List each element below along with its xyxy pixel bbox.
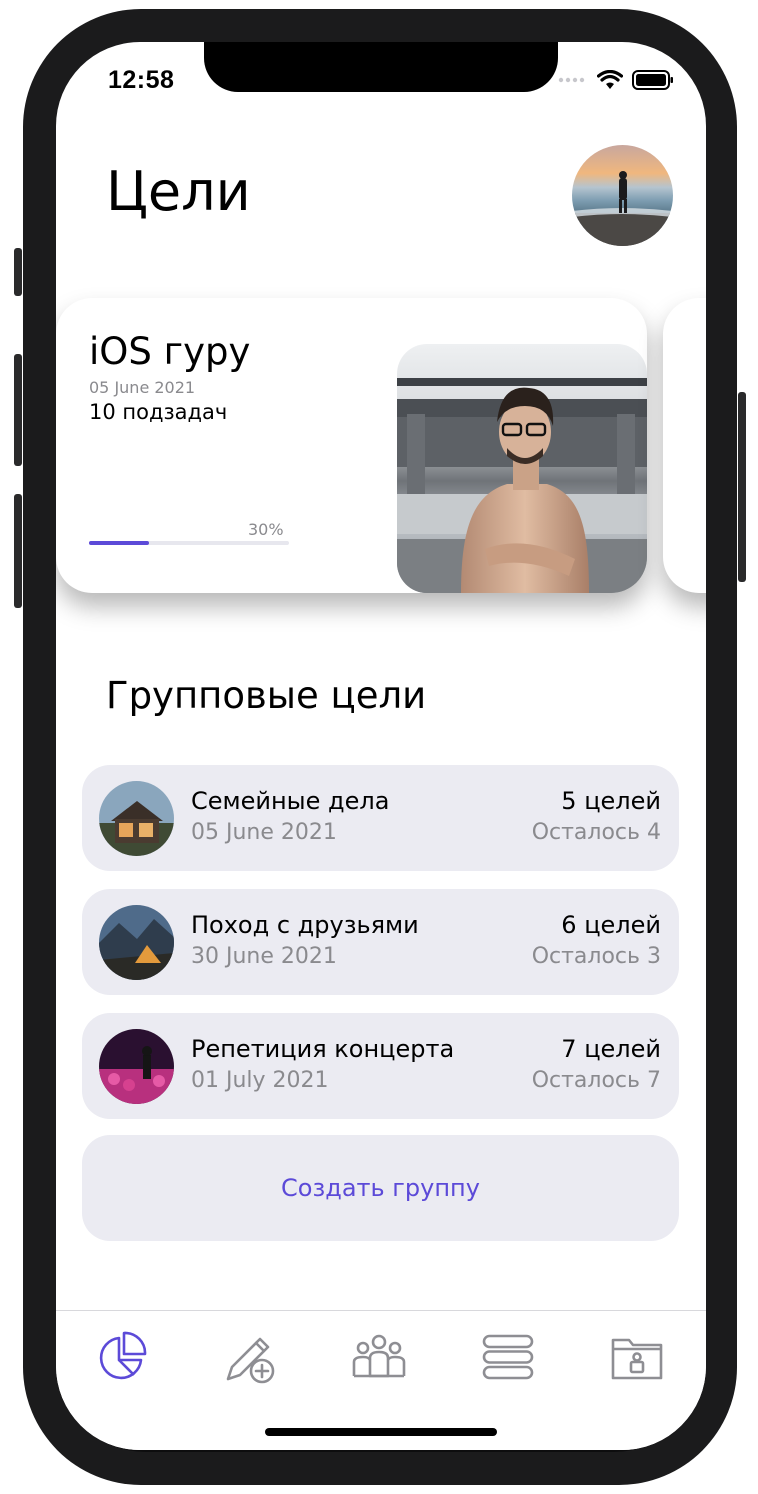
goals-pie-icon [99,1331,147,1380]
power-button [738,392,746,582]
screen: 12:58 Цели iOS гуру 05 June 2021 10 подз… [56,42,706,1450]
list-icon [482,1334,534,1380]
group-avatar [99,1029,174,1104]
group-date: 01 July 2021 [191,1068,329,1093]
group-date: 05 June 2021 [191,820,337,845]
goal-date: 05 June 2021 [89,378,196,397]
group-name: Репетиция концерта [191,1035,455,1063]
mute-switch [14,248,22,296]
create-group-button[interactable]: Создать группу [82,1135,679,1241]
page-title: Цели [106,160,251,223]
group-item[interactable]: Семейные дела 05 June 2021 5 целей Остал… [82,765,679,871]
cellular-signal-icon [558,77,585,83]
goal-progress-bar [89,541,289,545]
group-remaining: Осталось 3 [531,944,661,969]
tab-list[interactable] [478,1327,538,1387]
group-name: Поход с друзьями [191,911,419,939]
status-icons [558,70,674,90]
group-item[interactable]: Поход с друзьями 30 June 2021 6 целей Ос… [82,889,679,995]
group-avatar [99,905,174,980]
tab-archive[interactable] [607,1327,667,1387]
edit-add-icon [226,1337,275,1384]
group-remaining: Осталось 4 [531,820,661,845]
profile-photo [572,145,673,246]
notch [204,42,558,92]
goal-progress-fill [89,541,149,545]
tab-goals[interactable] [91,1327,151,1387]
goal-progress-label: 30% [248,520,284,539]
wifi-icon [597,70,623,89]
goal-photo [397,344,647,593]
volume-down-button [14,494,22,608]
tab-groups[interactable] [349,1327,409,1387]
profile-avatar[interactable] [572,145,673,246]
group-goal-count: 5 целей [561,787,661,815]
battery-icon [632,70,673,90]
tab-create-goal[interactable] [220,1327,280,1387]
folder-lock-icon [611,1338,663,1380]
next-goal-card[interactable] [663,298,706,593]
goal-title: iOS гуру [89,330,251,373]
group-avatar [99,781,174,856]
status-time: 12:58 [108,66,175,94]
volume-up-button [14,354,22,466]
group-name: Семейные дела [191,787,390,815]
group-date: 30 June 2021 [191,944,337,969]
group-remaining: Осталось 7 [531,1068,661,1093]
group-goals-title: Групповые цели [106,674,427,717]
goal-card[interactable]: iOS гуру 05 June 2021 10 подзадач 30% [56,298,647,593]
group-goal-count: 7 целей [561,1035,661,1063]
group-item[interactable]: Репетиция концерта 01 July 2021 7 целей … [82,1013,679,1119]
goal-subtasks: 10 подзадач [89,400,228,424]
home-indicator[interactable] [265,1428,497,1436]
group-goal-count: 6 целей [561,911,661,939]
people-icon [352,1334,406,1378]
